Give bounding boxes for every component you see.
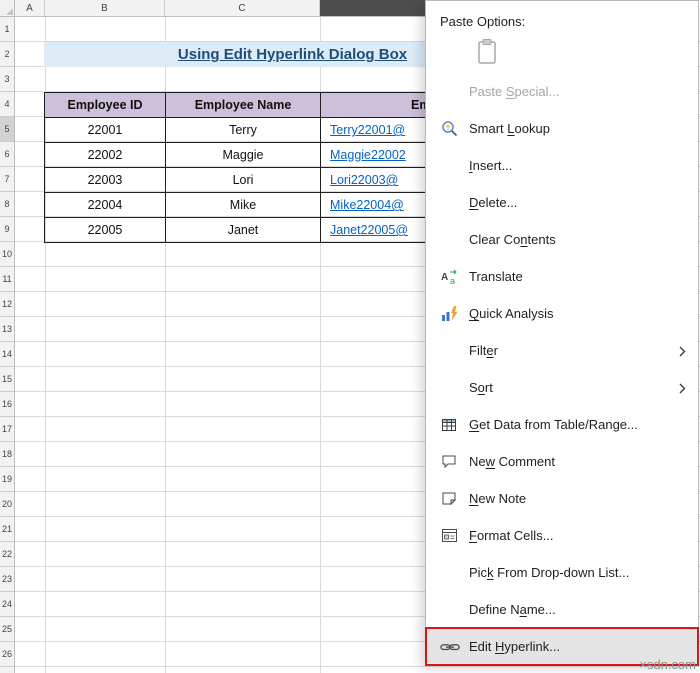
- cell-employee-id[interactable]: 22004: [44, 192, 166, 218]
- watermark: ×sdn.com: [639, 657, 696, 672]
- menu-item-translate[interactable]: Aa Translate: [426, 258, 698, 295]
- menu-item-new-note[interactable]: New Note: [426, 480, 698, 517]
- submenu-arrow-icon: [679, 345, 686, 360]
- row-header[interactable]: 6: [0, 142, 14, 167]
- blank-icon: [440, 564, 460, 582]
- row-header[interactable]: 18: [0, 442, 14, 467]
- menu-item-quick-analysis[interactable]: Quick Analysis: [426, 295, 698, 332]
- menu-item-clear-contents[interactable]: Clear Contents: [426, 221, 698, 258]
- row-header[interactable]: 14: [0, 342, 14, 367]
- get-data-icon: [440, 416, 460, 434]
- blank-icon: [440, 342, 460, 360]
- translate-icon: Aa: [440, 268, 460, 286]
- context-menu: Paste Options: Paste Special... Smart Lo…: [425, 0, 699, 666]
- edit-hyperlink-icon: [440, 638, 460, 656]
- column-header-c[interactable]: C: [165, 0, 320, 17]
- cell-employee-name[interactable]: Maggie: [165, 142, 321, 168]
- column-header-a[interactable]: A: [15, 0, 45, 17]
- row-header[interactable]: 16: [0, 392, 14, 417]
- row-header[interactable]: 26: [0, 642, 14, 667]
- row-header[interactable]: 7: [0, 167, 14, 192]
- row-header[interactable]: 23: [0, 567, 14, 592]
- row-header[interactable]: 21: [0, 517, 14, 542]
- column-headers: A B C: [15, 0, 495, 17]
- menu-item-pick-from-list[interactable]: Pick From Drop-down List...: [426, 554, 698, 591]
- cell-employee-id[interactable]: 22002: [44, 142, 166, 168]
- cell-employee-name[interactable]: Lori: [165, 167, 321, 193]
- row-header[interactable]: 20: [0, 492, 14, 517]
- row-header[interactable]: 4: [0, 92, 14, 117]
- menu-item-filter[interactable]: Filter: [426, 332, 698, 369]
- menu-item-sort[interactable]: Sort: [426, 369, 698, 406]
- cell-employee-id[interactable]: 22005: [44, 217, 166, 243]
- new-comment-icon: [440, 453, 460, 471]
- row-header[interactable]: 24: [0, 592, 14, 617]
- row-header[interactable]: 22: [0, 542, 14, 567]
- header-employee-name[interactable]: Employee Name: [165, 92, 321, 118]
- cell-employee-name[interactable]: Janet: [165, 217, 321, 243]
- paste-options-label: Paste Options:: [440, 13, 526, 29]
- submenu-arrow-icon: [679, 382, 686, 397]
- worksheet-title-cell[interactable]: Using Edit Hyperlink Dialog Box: [44, 42, 481, 67]
- column-header-b[interactable]: B: [45, 0, 165, 17]
- blank-icon: [440, 157, 460, 175]
- blank-icon: [440, 601, 460, 619]
- blank-icon: [440, 379, 460, 397]
- clipboard-icon: [476, 38, 498, 70]
- row-header[interactable]: 8: [0, 192, 14, 217]
- menu-item-get-data[interactable]: Get Data from Table/Range...: [426, 406, 698, 443]
- row-header[interactable]: 10: [0, 242, 14, 267]
- paste-options-row: [426, 35, 698, 73]
- quick-analysis-icon: [440, 305, 460, 323]
- menu-item-format-cells[interactable]: Format Cells...: [426, 517, 698, 554]
- menu-item-define-name[interactable]: Define Name...: [426, 591, 698, 628]
- excel-window: A B C 1 2 3 4 5 6 7 8 9 10 11 12 13 14 1…: [0, 0, 700, 673]
- blank-icon: [440, 231, 460, 249]
- menu-item-paste-special: Paste Special...: [426, 73, 698, 110]
- menu-item-insert[interactable]: Insert...: [426, 147, 698, 184]
- new-note-icon: [440, 490, 460, 508]
- row-header[interactable]: 12: [0, 292, 14, 317]
- smart-lookup-icon: [440, 120, 460, 138]
- row-header[interactable]: 11: [0, 267, 14, 292]
- row-header[interactable]: 25: [0, 617, 14, 642]
- cell-employee-name[interactable]: Terry: [165, 117, 321, 143]
- blank-icon: [440, 194, 460, 212]
- format-cells-icon: [440, 527, 460, 545]
- select-all-corner[interactable]: [0, 0, 15, 17]
- blank-icon: [440, 83, 460, 101]
- cell-employee-id[interactable]: 22001: [44, 117, 166, 143]
- row-header-selected[interactable]: 5: [0, 117, 14, 142]
- row-header[interactable]: 9: [0, 217, 14, 242]
- svg-text:a: a: [450, 276, 455, 285]
- row-header[interactable]: 1: [0, 17, 14, 42]
- svg-text:A: A: [441, 272, 448, 283]
- menu-item-smart-lookup[interactable]: Smart Lookup: [426, 110, 698, 147]
- menu-item-delete[interactable]: Delete...: [426, 184, 698, 221]
- menu-item-new-comment[interactable]: New Comment: [426, 443, 698, 480]
- cell-employee-name[interactable]: Mike: [165, 192, 321, 218]
- row-header[interactable]: 15: [0, 367, 14, 392]
- row-header[interactable]: 2: [0, 42, 14, 67]
- cell-employee-id[interactable]: 22003: [44, 167, 166, 193]
- header-employee-id[interactable]: Employee ID: [44, 92, 166, 118]
- row-header[interactable]: 17: [0, 417, 14, 442]
- paste-button[interactable]: [472, 38, 502, 70]
- worksheet-title: Using Edit Hyperlink Dialog Box: [177, 46, 408, 63]
- row-headers: 1 2 3 4 5 6 7 8 9 10 11 12 13 14 15 16 1…: [0, 17, 15, 673]
- row-header[interactable]: 19: [0, 467, 14, 492]
- row-header[interactable]: 3: [0, 67, 14, 92]
- row-header[interactable]: 13: [0, 317, 14, 342]
